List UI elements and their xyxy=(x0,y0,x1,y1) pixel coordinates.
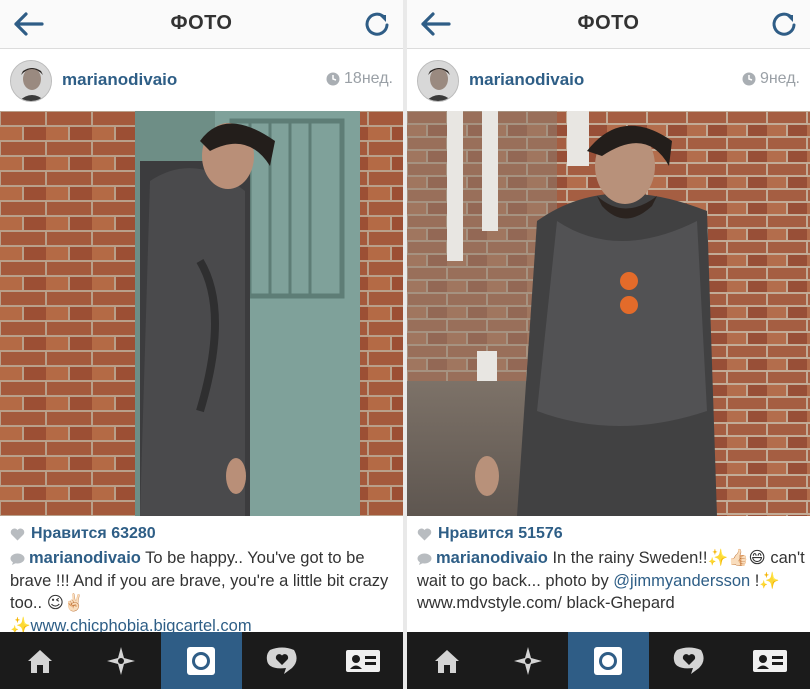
avatar[interactable] xyxy=(417,60,459,102)
tab-camera[interactable] xyxy=(568,632,649,689)
tab-explore[interactable] xyxy=(488,632,569,689)
explore-icon xyxy=(513,646,542,675)
activity-icon xyxy=(673,647,704,674)
post-time-label: 9нед. xyxy=(759,70,800,87)
profile-icon xyxy=(752,649,787,672)
refresh-icon xyxy=(365,12,389,36)
camera-icon xyxy=(187,646,216,675)
tab-bar xyxy=(407,632,810,689)
tab-home[interactable] xyxy=(407,632,488,689)
tab-home[interactable] xyxy=(0,632,81,689)
post-header: marianodivaio 18нед. xyxy=(0,50,403,111)
home-icon xyxy=(28,649,53,673)
comment-icon xyxy=(417,553,432,565)
phone-screen-left: ФОТО marianodivaio 18нед. Нравится 63280… xyxy=(0,0,403,689)
phone-screen-right: ФОТО marianodivaio 9нед. Нравится 51576 … xyxy=(407,0,810,689)
refresh-button[interactable] xyxy=(361,8,393,40)
heart-icon xyxy=(10,528,25,540)
explore-icon xyxy=(106,646,135,675)
heart-icon xyxy=(417,528,432,540)
profile-icon xyxy=(345,649,380,672)
caption-username[interactable]: marianodivaio xyxy=(436,549,548,567)
tab-profile[interactable] xyxy=(322,632,403,689)
avatar[interactable] xyxy=(10,60,52,102)
home-icon xyxy=(435,649,460,673)
tab-profile[interactable] xyxy=(729,632,810,689)
page-title: ФОТО xyxy=(577,12,640,34)
tab-bar xyxy=(0,632,403,689)
top-bar: ФОТО xyxy=(407,0,810,49)
post-caption: marianodivaio To be happy.. You've got t… xyxy=(10,547,398,637)
activity-icon xyxy=(266,647,297,674)
top-bar: ФОТО xyxy=(0,0,403,49)
tab-activity[interactable] xyxy=(649,632,730,689)
camera-icon xyxy=(594,646,623,675)
post-time: 18нед. xyxy=(326,70,393,88)
tab-explore[interactable] xyxy=(81,632,162,689)
clock-icon xyxy=(326,72,340,86)
caption-mention[interactable]: @jimmyandersson xyxy=(613,572,750,590)
likes-label: Нравится 51576 xyxy=(438,525,563,542)
post-username[interactable]: marianodivaio xyxy=(469,70,584,90)
likes-count[interactable]: Нравится 63280 xyxy=(10,525,156,543)
post-header: marianodivaio 9нед. xyxy=(407,50,810,111)
page-title: ФОТО xyxy=(170,12,233,34)
caption-username[interactable]: marianodivaio xyxy=(29,549,141,567)
refresh-button[interactable] xyxy=(768,8,800,40)
tab-activity[interactable] xyxy=(242,632,323,689)
comment-icon xyxy=(10,553,25,565)
tab-camera[interactable] xyxy=(161,632,242,689)
post-username[interactable]: marianodivaio xyxy=(62,70,177,90)
post-time: 9нед. xyxy=(742,70,800,88)
likes-count[interactable]: Нравится 51576 xyxy=(417,525,563,543)
refresh-icon xyxy=(772,12,796,36)
post-photo[interactable] xyxy=(407,111,810,516)
post-time-label: 18нед. xyxy=(344,70,393,87)
likes-label: Нравится 63280 xyxy=(31,525,156,542)
post-caption: marianodivaio In the rainy Sweden!!✨👍🏻😄 … xyxy=(417,547,805,615)
clock-icon xyxy=(742,72,756,86)
post-photo[interactable] xyxy=(0,111,403,516)
